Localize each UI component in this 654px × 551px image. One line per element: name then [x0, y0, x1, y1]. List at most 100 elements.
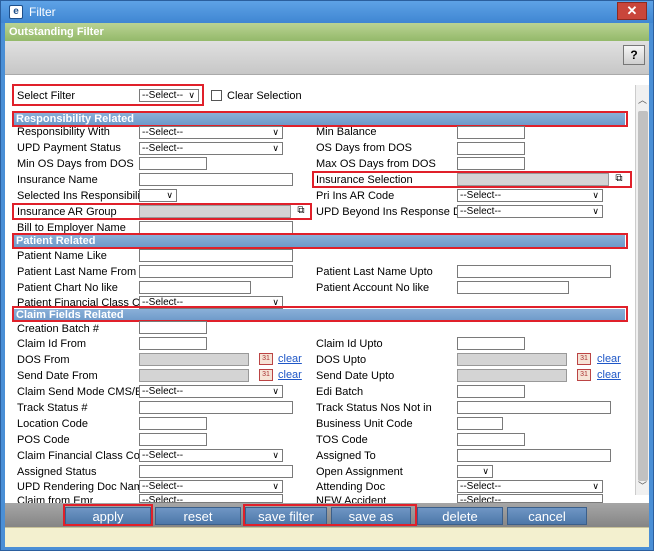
clear-selection-checkbox[interactable]: [211, 90, 222, 101]
business-unit-code-input[interactable]: [457, 417, 503, 430]
claim-from-emr-select[interactable]: --Select--: [139, 494, 283, 503]
calendar-icon[interactable]: 31: [577, 369, 591, 381]
patient-financial-class-code-value: --Select--: [142, 297, 184, 308]
subtitle-bar: Outstanding Filter: [5, 23, 649, 41]
claim-send-mode-select[interactable]: --Select-- ∨: [139, 385, 283, 398]
chevron-down-icon: ∨: [592, 481, 599, 491]
patient-chart-no-like-input[interactable]: [139, 281, 251, 294]
min-balance-input[interactable]: [457, 126, 525, 139]
section-responsibility: Responsibility Related: [13, 113, 625, 126]
track-status-input[interactable]: [139, 401, 293, 414]
cancel-button[interactable]: cancel: [507, 507, 587, 525]
scroll-down-icon[interactable]: ﹀: [636, 479, 649, 493]
min-os-days-label: Min OS Days from DOS: [17, 158, 134, 170]
upd-beyond-ins-response-days-select[interactable]: --Select-- ∨: [457, 205, 603, 218]
binoculars-icon[interactable]: ⧉: [611, 173, 627, 186]
upd-payment-status-label: UPD Payment Status: [17, 142, 121, 154]
pos-code-input[interactable]: [139, 433, 207, 446]
reset-button[interactable]: reset: [155, 507, 241, 525]
pos-code-label: POS Code: [17, 434, 70, 446]
tos-code-input[interactable]: [457, 433, 525, 446]
vertical-scrollbar[interactable]: ︿ ﹀: [635, 85, 649, 495]
assigned-status-label: Assigned Status: [17, 466, 97, 478]
pri-ins-ar-code-select[interactable]: --Select-- ∨: [457, 189, 603, 202]
location-code-input[interactable]: [139, 417, 207, 430]
edi-batch-input[interactable]: [457, 385, 525, 398]
assigned-status-input[interactable]: [139, 465, 293, 478]
save-filter-button[interactable]: save filter: [245, 507, 327, 525]
save-as-button[interactable]: save as: [331, 507, 411, 525]
open-assignment-label: Open Assignment: [316, 466, 403, 478]
help-button[interactable]: ?: [623, 45, 645, 65]
dos-from-input[interactable]: [139, 353, 249, 366]
assigned-to-label: Assigned To: [316, 450, 376, 462]
min-os-days-input[interactable]: [139, 157, 207, 170]
bill-to-employer-name-input[interactable]: [139, 221, 293, 234]
claim-send-mode-value: --Select--: [142, 386, 184, 397]
insurance-selection-input[interactable]: [457, 173, 609, 186]
send-date-upto-input[interactable]: [457, 369, 567, 382]
max-os-days-input[interactable]: [457, 157, 525, 170]
track-status-nos-not-in-input[interactable]: [457, 401, 611, 414]
upd-beyond-ins-response-days-label: UPD Beyond Ins Response Days: [316, 206, 479, 218]
close-button[interactable]: ✕: [617, 2, 647, 20]
responsibility-with-value: --Select--: [142, 127, 184, 138]
calendar-icon[interactable]: 31: [259, 353, 273, 365]
calendar-icon[interactable]: 31: [259, 369, 273, 381]
section-claim: Claim Fields Related: [13, 309, 625, 322]
patient-financial-class-code-select[interactable]: --Select-- ∨: [139, 296, 283, 309]
insurance-ar-group-input[interactable]: [139, 205, 291, 218]
window-title: Filter: [29, 5, 56, 19]
delete-button[interactable]: delete: [417, 507, 503, 525]
selected-ins-responsibility-select[interactable]: ∨: [139, 189, 177, 202]
open-assignment-select[interactable]: ∨: [457, 465, 493, 478]
dos-from-clear-link[interactable]: clear: [278, 353, 302, 365]
dos-upto-input[interactable]: [457, 353, 567, 366]
send-date-upto-label: Send Date Upto: [316, 370, 395, 382]
insurance-ar-group-label: Insurance AR Group: [17, 206, 117, 218]
binoculars-icon[interactable]: ⧉: [293, 205, 309, 218]
chevron-down-icon: ∨: [272, 143, 279, 153]
send-date-upto-clear-link[interactable]: clear: [597, 369, 621, 381]
claim-id-from-label: Claim Id From: [17, 338, 87, 350]
location-code-label: Location Code: [17, 418, 88, 430]
creation-batch-label: Creation Batch #: [17, 323, 99, 335]
responsibility-with-select[interactable]: --Select-- ∨: [139, 126, 283, 139]
calendar-icon[interactable]: 31: [577, 353, 591, 365]
upd-payment-status-select[interactable]: --Select-- ∨: [139, 142, 283, 155]
patient-last-name-upto-input[interactable]: [457, 265, 611, 278]
patient-name-like-label: Patient Name Like: [17, 250, 107, 262]
track-status-nos-not-in-label: Track Status Nos Not in: [316, 402, 432, 414]
patient-name-like-input[interactable]: [139, 249, 293, 262]
claim-financial-class-code-select[interactable]: --Select-- ∨: [139, 449, 283, 462]
insurance-name-input[interactable]: [139, 173, 293, 186]
scroll-thumb[interactable]: [638, 111, 648, 481]
creation-batch-input[interactable]: [139, 321, 207, 334]
chevron-down-icon: ∨: [482, 466, 489, 476]
clear-selection-label: Clear Selection: [227, 90, 302, 102]
new-accident-select[interactable]: --Select--: [457, 494, 603, 503]
os-days-from-dos-label: OS Days from DOS: [316, 142, 412, 154]
assigned-to-input[interactable]: [457, 449, 611, 462]
scroll-up-icon[interactable]: ︿: [636, 93, 649, 107]
chevron-down-icon: ∨: [272, 297, 279, 307]
upd-rendering-doc-name-select[interactable]: --Select-- ∨: [139, 480, 283, 493]
max-os-days-label: Max OS Days from DOS: [316, 158, 436, 170]
patient-last-name-from-input[interactable]: [139, 265, 293, 278]
attending-doc-select[interactable]: --Select-- ∨: [457, 480, 603, 493]
claim-financial-class-code-value: --Select--: [142, 450, 184, 461]
apply-button[interactable]: apply: [65, 507, 151, 525]
upd-beyond-ins-response-days-value: --Select--: [460, 206, 502, 217]
os-days-from-dos-input[interactable]: [457, 142, 525, 155]
send-date-from-label: Send Date From: [17, 370, 98, 382]
dos-upto-clear-link[interactable]: clear: [597, 353, 621, 365]
claim-id-from-input[interactable]: [139, 337, 207, 350]
dos-upto-label: DOS Upto: [316, 354, 367, 366]
footer-bar: [5, 527, 649, 547]
claim-id-upto-input[interactable]: [457, 337, 525, 350]
send-date-from-clear-link[interactable]: clear: [278, 369, 302, 381]
select-filter-dropdown[interactable]: --Select-- ∨: [139, 89, 199, 102]
patient-account-no-like-input[interactable]: [457, 281, 569, 294]
patient-last-name-upto-label: Patient Last Name Upto: [316, 266, 433, 278]
send-date-from-input[interactable]: [139, 369, 249, 382]
